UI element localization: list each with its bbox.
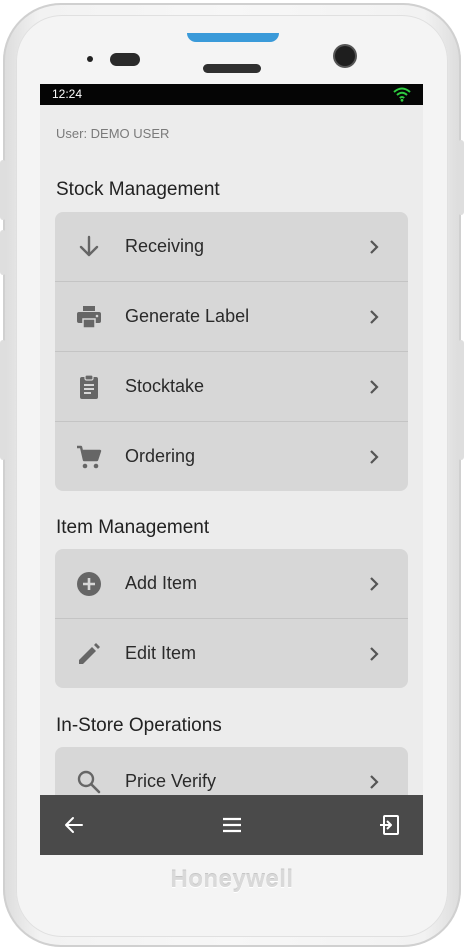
side-button (458, 340, 464, 460)
chevron-right-icon (370, 309, 379, 324)
search-icon (77, 770, 101, 793)
printer-icon (77, 305, 101, 329)
bottom-nav-bar (40, 795, 423, 855)
back-arrow-icon[interactable] (62, 813, 86, 837)
status-time: 12:24 (52, 87, 83, 101)
chevron-right-icon (370, 239, 379, 254)
light-sensor (110, 53, 140, 66)
clipboard-icon (80, 373, 98, 399)
section-title-in-store-operations: In-Store Operations (56, 715, 222, 736)
chevron-right-icon (370, 576, 379, 591)
menu-item-receiving[interactable]: Receiving (55, 212, 408, 281)
side-button (458, 140, 464, 215)
menu-item-label: Generate Label (125, 306, 250, 326)
chevron-right-icon (370, 774, 379, 789)
chevron-right-icon (370, 449, 379, 464)
screen: 12:24 User: DEMO USER Stock Management R… (40, 84, 423, 855)
cart-icon (77, 445, 102, 468)
wifi-icon (393, 87, 411, 102)
section-title-item-management: Item Management (56, 517, 210, 538)
user-label: User: DEMO USER (56, 126, 170, 141)
menu-item-generate-label[interactable]: Generate Label (55, 281, 408, 351)
in-store-operations-card: Price Verify (55, 747, 408, 795)
brand-logo: Honeywell (170, 866, 294, 893)
menu-content[interactable]: User: DEMO USER Stock Management Receivi… (40, 105, 423, 795)
menu-item-label: Receiving (125, 236, 205, 256)
section-title-stock-management: Stock Management (56, 179, 220, 200)
menu-item-label: Edit Item (125, 643, 197, 663)
menu-item-label: Price Verify (125, 771, 217, 791)
scan-window (187, 33, 279, 42)
menu-item-edit-item[interactable]: Edit Item (55, 618, 408, 688)
pencil-icon (79, 642, 100, 664)
front-camera (335, 46, 355, 66)
menu-icon[interactable] (220, 813, 244, 837)
side-button (0, 230, 6, 275)
exit-icon[interactable] (377, 813, 401, 837)
proximity-sensor (87, 56, 93, 62)
menu-item-ordering[interactable]: Ordering (55, 421, 408, 491)
menu-item-label: Ordering (125, 446, 196, 466)
earpiece-speaker (203, 64, 261, 73)
stock-management-card: Receiving Generate Label Stocktake Order… (55, 212, 408, 491)
menu-item-label: Stocktake (125, 376, 205, 396)
chevron-right-icon (370, 646, 379, 661)
side-button (0, 340, 6, 460)
status-bar: 12:24 (40, 84, 423, 105)
menu-item-stocktake[interactable]: Stocktake (55, 351, 408, 421)
side-button (0, 160, 6, 220)
menu-item-add-item[interactable]: Add Item (55, 549, 408, 618)
item-management-card: Add Item Edit Item (55, 549, 408, 688)
add-circle-icon (77, 571, 101, 596)
menu-item-price-verify[interactable]: Price Verify (55, 747, 408, 795)
chevron-right-icon (370, 379, 379, 394)
menu-item-label: Add Item (125, 573, 198, 593)
arrow-down-icon (79, 235, 99, 256)
